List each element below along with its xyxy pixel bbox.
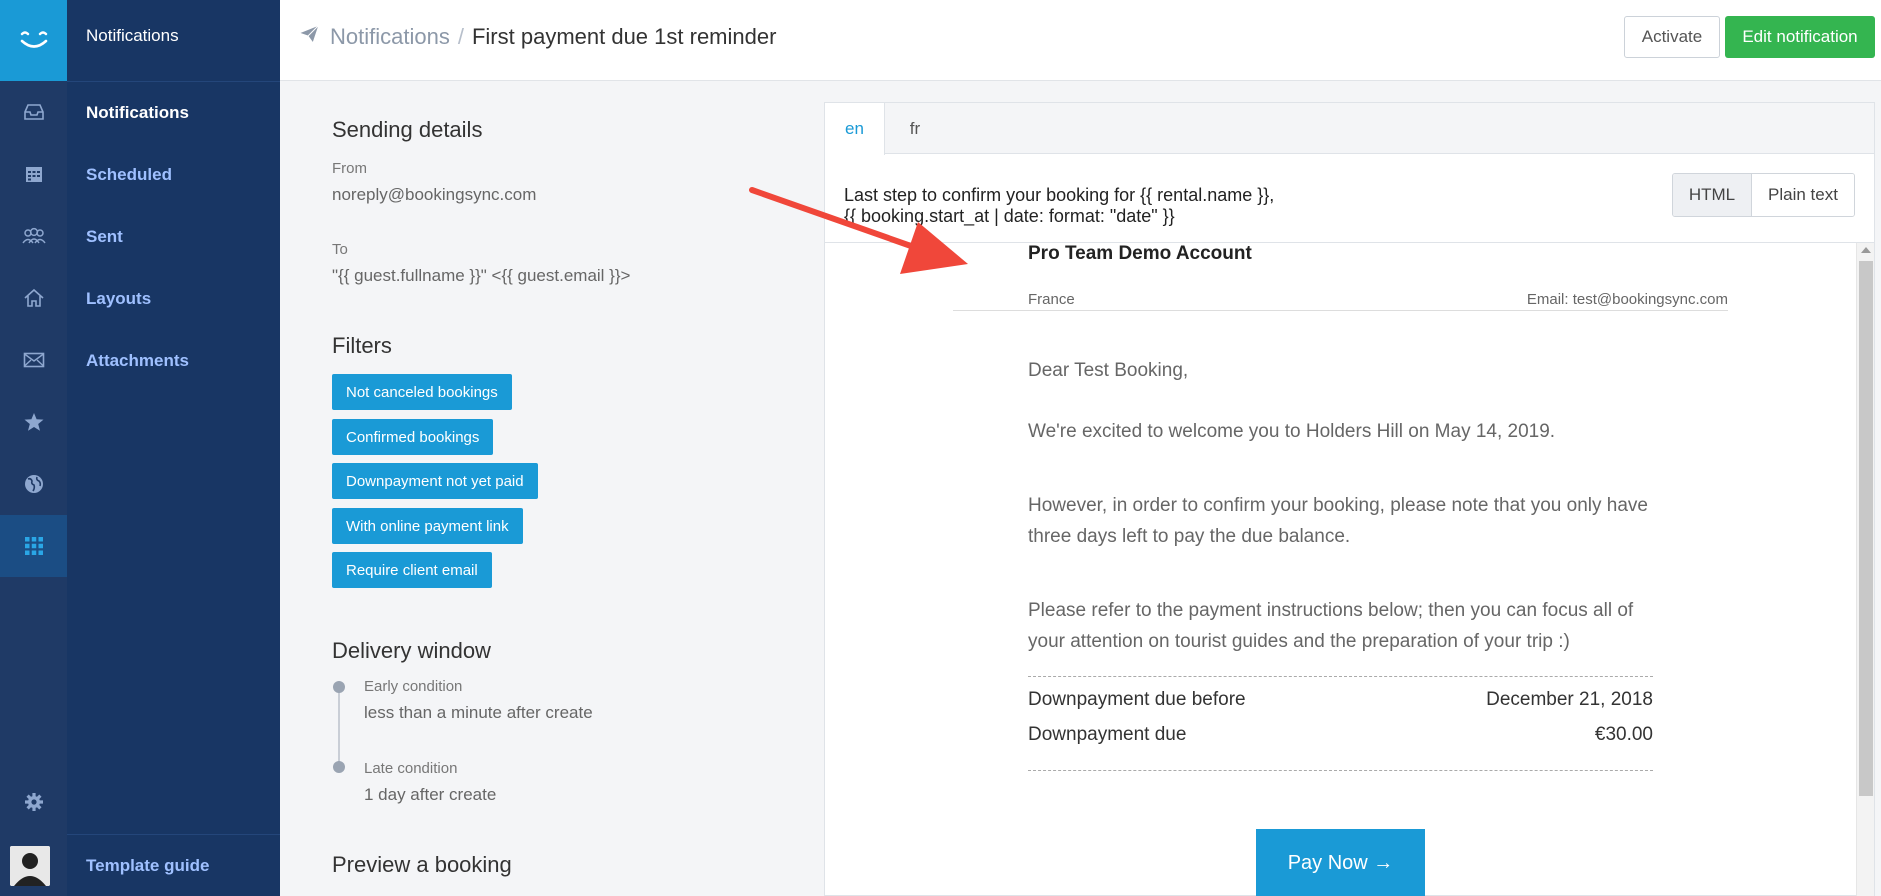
preview-divider <box>825 242 1874 243</box>
filter-tag: With online payment link <box>332 508 523 544</box>
scrollbar-thumb[interactable] <box>1859 261 1873 796</box>
pay-now-button[interactable]: Pay Now → <box>1256 829 1425 896</box>
filter-tag: Downpayment not yet paid <box>332 463 538 499</box>
subnav-bottom-divider <box>67 834 280 835</box>
gear-icon[interactable] <box>0 771 67 833</box>
filters-heading: Filters <box>332 333 392 358</box>
page-header: Notifications / First payment due 1st re… <box>280 0 1881 81</box>
annotation-arrow-icon <box>749 187 968 274</box>
inbox-icon[interactable] <box>0 81 67 143</box>
activate-button[interactable]: Activate <box>1624 16 1720 58</box>
tab-en[interactable]: en <box>825 103 885 155</box>
delivery-window-heading: Delivery window <box>332 638 491 663</box>
timeline-dot <box>333 681 345 693</box>
filter-tag: Require client email <box>332 552 492 588</box>
email-company-name: Pro Team Demo Account <box>1028 243 1252 264</box>
from-label: From <box>332 160 367 177</box>
email-preview-panel: en fr Last step to confirm your booking … <box>824 102 1875 896</box>
avatar[interactable] <box>10 846 50 886</box>
late-condition-value: 1 day after create <box>364 785 497 804</box>
breadcrumb: Notifications / First payment due 1st re… <box>297 24 777 50</box>
email-contact: Email: test@bookingsync.com <box>1526 291 1728 308</box>
dashed-divider <box>1028 770 1653 771</box>
envelope-icon[interactable] <box>0 329 67 391</box>
paper-plane-icon <box>297 24 320 50</box>
subnav-item-attachments[interactable]: Attachments <box>86 351 189 371</box>
home-icon[interactable] <box>0 267 67 329</box>
late-condition-label: Late condition <box>364 760 458 777</box>
downpayment-due-value: €30.00 <box>1594 724 1653 745</box>
downpayment-before-label: Downpayment due before <box>1028 689 1246 710</box>
subnav-title: Notifications <box>86 26 179 45</box>
users-icon[interactable] <box>0 205 67 267</box>
subnav-item-notifications[interactable]: Notifications <box>86 103 189 123</box>
sending-details-heading: Sending details <box>332 117 483 142</box>
downpayment-before-value: December 21, 2018 <box>1486 689 1653 710</box>
email-paragraph: We're excited to welcome you to Holders … <box>1028 421 1556 442</box>
dashed-divider <box>1028 676 1653 677</box>
edit-notification-button[interactable]: Edit notification <box>1725 16 1875 58</box>
breadcrumb-parent[interactable]: Notifications <box>330 24 450 50</box>
email-country: France <box>1028 291 1075 308</box>
email-paragraph: Please refer to the payment instructions… <box>1028 600 1634 652</box>
timeline-dot <box>333 761 345 773</box>
subnav-item-layouts[interactable]: Layouts <box>86 289 151 309</box>
star-icon[interactable] <box>0 391 67 453</box>
to-value: "{{ guest.fullname }}" <{{ guest.email }… <box>332 266 631 285</box>
breadcrumb-separator: / <box>457 24 464 49</box>
filter-tag: Confirmed bookings <box>332 419 494 455</box>
subnav-divider <box>67 81 280 82</box>
page-title: First payment due 1st reminder <box>471 24 777 49</box>
downpayment-due-label: Downpayment due <box>1028 724 1187 745</box>
email-greeting: Dear Test Booking, <box>1028 360 1189 381</box>
plain-text-format-button[interactable]: Plain text <box>1752 174 1854 216</box>
html-format-button[interactable]: HTML <box>1673 174 1752 216</box>
sub-navigation: Notifications Notifications Scheduled Se… <box>67 0 280 896</box>
early-condition-value: less than a minute after create <box>364 703 593 722</box>
from-value: noreply@bookingsync.com <box>332 185 537 204</box>
scroll-up-arrow-icon[interactable] <box>1861 247 1871 253</box>
globe-icon[interactable] <box>0 453 67 515</box>
format-toggle: HTML Plain text <box>1672 173 1855 217</box>
subnav-item-sent[interactable]: Sent <box>86 227 123 247</box>
subnav-item-scheduled[interactable]: Scheduled <box>86 165 172 185</box>
filter-tag: Not canceled bookings <box>332 374 512 410</box>
apps-grid-icon[interactable] <box>0 515 67 577</box>
logo-icon[interactable] <box>0 0 67 81</box>
calendar-icon[interactable] <box>0 143 67 205</box>
email-header-rule <box>953 310 1728 311</box>
preview-scrollbar[interactable] <box>1856 243 1874 896</box>
to-label: To <box>332 241 348 258</box>
icon-rail <box>0 0 67 896</box>
language-tabs: en fr <box>825 103 1874 155</box>
early-condition-label: Early condition <box>364 678 463 695</box>
preview-booking-heading: Preview a booking <box>332 852 512 877</box>
timeline-line <box>338 686 340 768</box>
template-guide-link[interactable]: Template guide <box>86 856 209 876</box>
tab-fr[interactable]: fr <box>885 103 945 155</box>
email-paragraph: However, in order to confirm your bookin… <box>1028 495 1648 547</box>
